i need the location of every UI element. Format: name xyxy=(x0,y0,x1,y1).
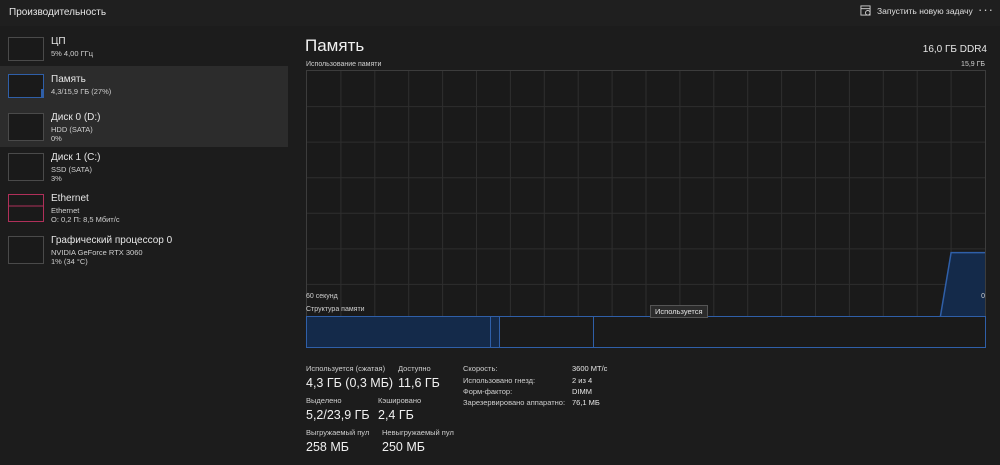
form-factor-value: DIMM xyxy=(572,387,592,396)
paged-pool-value: 258 МБ xyxy=(306,440,349,454)
cached-label: Кэшировано xyxy=(378,396,422,405)
sidebar-item-memory[interactable]: Память 4,3/15,9 ГБ (27%) xyxy=(0,66,288,107)
nonpaged-pool-value: 250 МБ xyxy=(382,440,425,454)
structure-modified[interactable] xyxy=(491,317,500,347)
sidebar-item-detail: О: 0,2 П: 8,5 Мбит/с xyxy=(51,215,120,224)
slots-value: 2 из 4 xyxy=(572,376,593,385)
available-value: 11,6 ГБ xyxy=(398,376,440,390)
memory-usage-graph xyxy=(306,70,986,321)
disk-1-thumbnail xyxy=(8,153,44,181)
page-title: Производительность xyxy=(9,7,107,18)
sidebar-item-name: Диск 0 (D:) xyxy=(51,112,101,123)
disk-0-thumbnail xyxy=(8,113,44,141)
available-label: Доступно xyxy=(398,364,431,373)
sidebar-item-detail: 5% 4,00 ГГц xyxy=(51,49,94,58)
sidebar-item-detail: Ethernet xyxy=(51,206,80,215)
sidebar-item-name: Память xyxy=(51,74,86,85)
paged-pool-label: Выгружаемый пул xyxy=(306,428,370,437)
cached-value: 2,4 ГБ xyxy=(378,408,414,422)
slots-key: Использовано гнезд: xyxy=(463,376,536,385)
sidebar-item-name: Диск 1 (C:) xyxy=(51,152,101,163)
structure-standby[interactable] xyxy=(500,317,594,347)
time-axis-zero: 0 xyxy=(981,293,985,300)
sidebar-item-name: Графический процессор 0 xyxy=(51,235,173,246)
speed-key: Скорость: xyxy=(463,364,498,373)
sidebar: ЦП 5% 4,00 ГГц Память 4,3/15,9 ГБ (27%) … xyxy=(0,33,288,465)
in-use-label: Используется (сжатая) xyxy=(306,364,386,373)
committed-label: Выделено xyxy=(306,396,342,405)
time-axis-label: 60 секунд xyxy=(306,293,338,300)
committed-value: 5,2/23,9 ГБ xyxy=(306,408,370,422)
run-new-task-button[interactable]: Запустить новую задачу xyxy=(860,5,973,16)
memory-thumbnail xyxy=(8,74,44,98)
structure-free[interactable] xyxy=(594,317,985,347)
reserved-key: Зарезервировано аппаратно: xyxy=(463,398,566,407)
form-factor-key: Форм-фактор: xyxy=(463,387,513,396)
memory-structure-label: Структура памяти xyxy=(306,306,365,313)
sidebar-item-detail: 1% (34 °C) xyxy=(51,257,88,266)
sidebar-item-detail: SSD (SATA) xyxy=(51,165,92,174)
reserved-value: 76,1 МБ xyxy=(572,398,600,407)
in-use-value: 4,3 ГБ (0,3 МБ) xyxy=(306,376,394,390)
sidebar-item-disk-0[interactable]: Диск 0 (D:) HDD (SATA) 0% xyxy=(0,107,288,147)
sidebar-item-name: ЦП xyxy=(51,36,66,47)
panel-title: Память xyxy=(305,36,365,55)
more-options-icon[interactable]: ··· xyxy=(978,2,994,17)
sidebar-item-detail: 4,3/15,9 ГБ (27%) xyxy=(51,87,112,96)
structure-tooltip: Используется xyxy=(650,305,708,318)
sidebar-item-gpu[interactable]: Графический процессор 0 NVIDIA GeForce R… xyxy=(0,232,288,273)
structure-in-use[interactable] xyxy=(307,317,491,347)
header-bar: Производительность Запустить новую задач… xyxy=(0,0,1000,26)
cpu-thumbnail xyxy=(8,37,44,61)
run-task-icon xyxy=(860,5,871,16)
memory-usage-chart xyxy=(307,71,985,320)
speed-value: 3600 МТ/с xyxy=(572,364,608,373)
memory-capacity: 16,0 ГБ DDR4 xyxy=(922,44,987,55)
run-new-task-label: Запустить новую задачу xyxy=(877,5,973,16)
sidebar-item-detail: 3% xyxy=(51,174,62,183)
sidebar-item-detail: HDD (SATA) xyxy=(51,125,93,134)
sidebar-item-ethernet[interactable]: Ethernet Ethernet О: 0,2 П: 8,5 Мбит/с xyxy=(0,191,288,232)
nonpaged-pool-label: Невыгружаемый пул xyxy=(382,428,454,437)
sidebar-item-name: Ethernet xyxy=(51,193,89,204)
usage-graph-label: Использование памяти xyxy=(306,61,382,68)
usage-graph-max: 15,9 ГБ xyxy=(961,61,985,68)
sidebar-item-detail: 0% xyxy=(51,134,62,143)
gpu-thumbnail xyxy=(8,236,44,264)
memory-structure-bar[interactable] xyxy=(306,316,986,348)
sidebar-item-detail: NVIDIA GeForce RTX 3060 xyxy=(51,248,143,257)
ethernet-thumbnail xyxy=(8,194,44,222)
sidebar-item-disk-1[interactable]: Диск 1 (C:) SSD (SATA) 3% xyxy=(0,150,288,191)
